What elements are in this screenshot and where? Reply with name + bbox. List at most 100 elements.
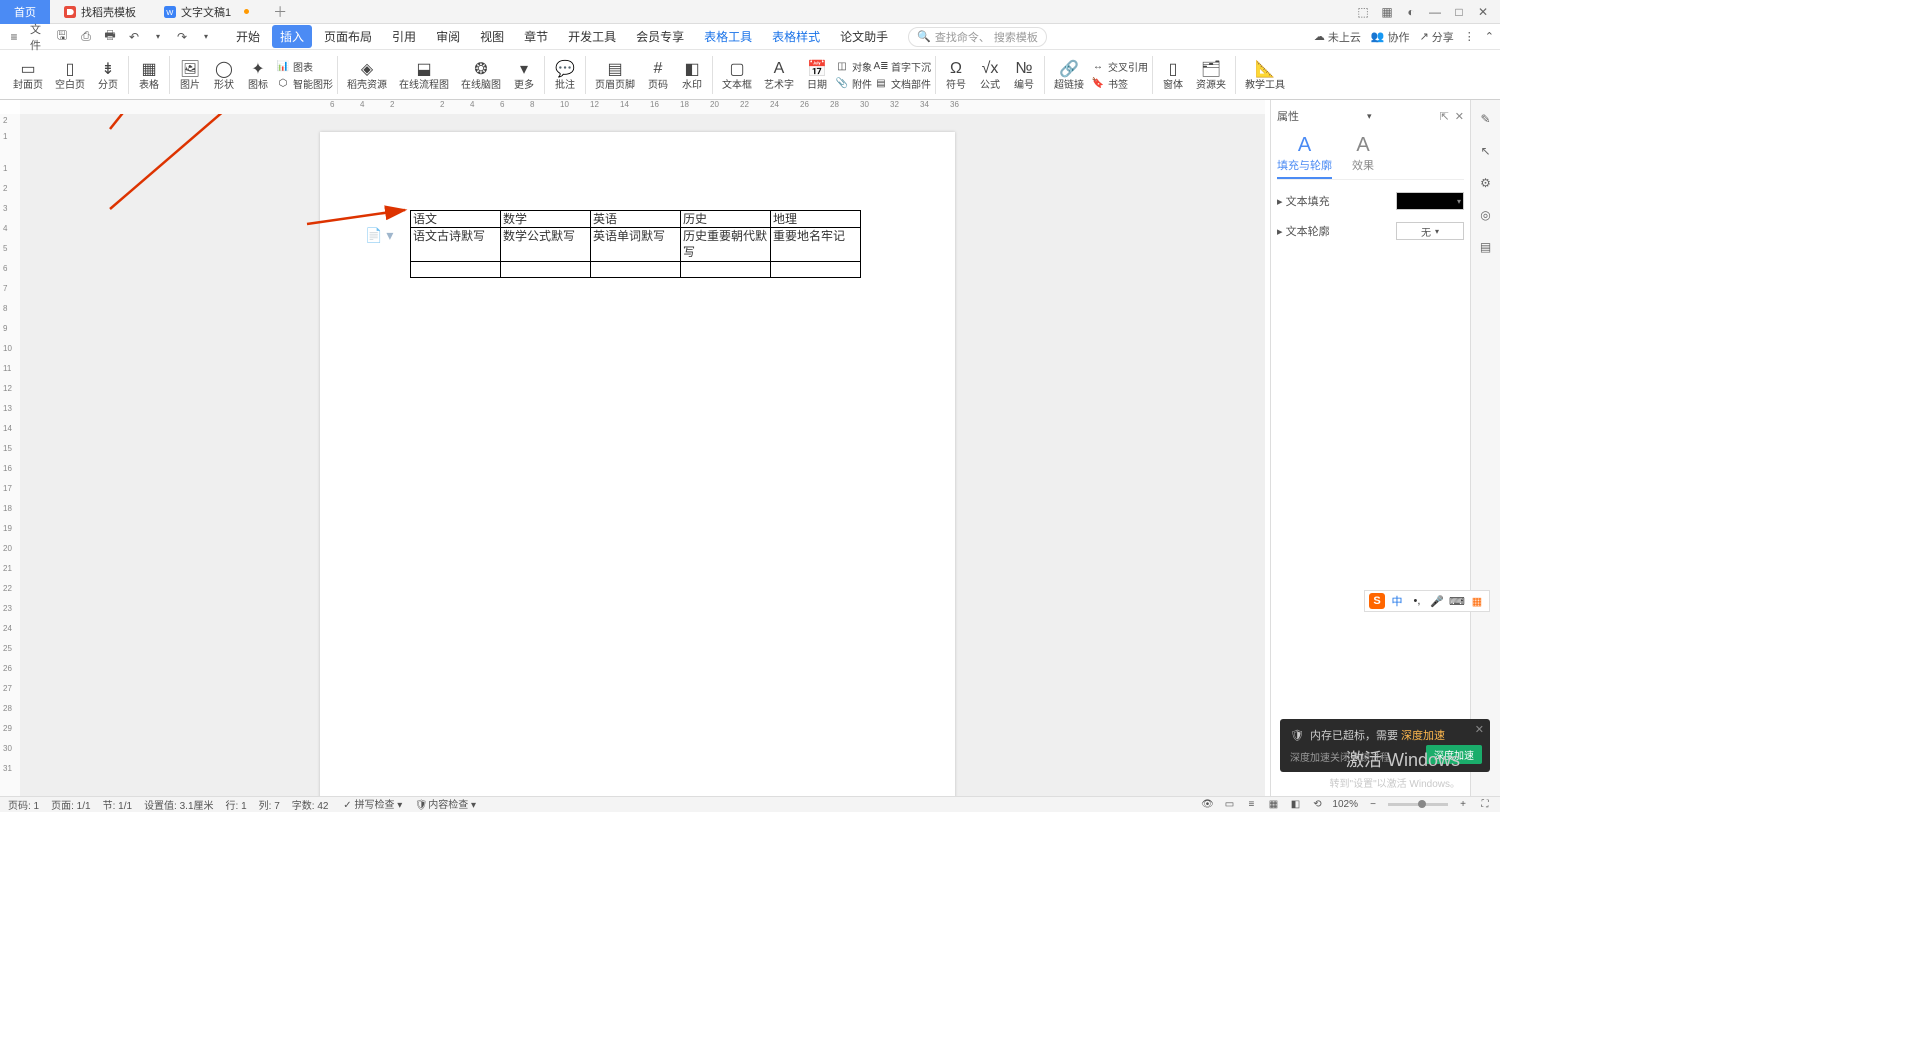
wordart-button[interactable]: A艺术字 — [759, 57, 799, 93]
page-icon[interactable]: ▤ — [1477, 238, 1495, 256]
pin-icon[interactable]: ⇱ — [1440, 110, 1449, 123]
menu-table-style[interactable]: 表格样式 — [764, 25, 828, 48]
table-cell[interactable] — [771, 262, 861, 278]
prop-tab-fill[interactable]: A填充与轮廓 — [1277, 134, 1332, 179]
table-cell[interactable] — [501, 262, 591, 278]
bookmark-button[interactable]: 🔖书签 — [1091, 76, 1148, 91]
horizontal-ruler[interactable]: 6 4 2 2 4 6 8 10 12 14 16 18 20 22 24 26… — [20, 100, 1265, 114]
page-break-button[interactable]: ⇟分页 — [92, 57, 124, 93]
view-mode-3-icon[interactable]: ▦ — [1266, 798, 1280, 812]
fill-color-swatch[interactable]: ▾ — [1396, 192, 1464, 210]
ime-punct-icon[interactable]: •, — [1409, 593, 1425, 609]
table-row[interactable]: 语文古诗默写 数学公式默写 英语单词默写 历史重要朝代默写 重要地名牢记 — [411, 228, 861, 262]
menu-vip[interactable]: 会员专享 — [628, 25, 692, 48]
attach-button[interactable]: 📎附件 — [835, 76, 872, 91]
undo-icon[interactable]: ↶ — [126, 29, 142, 45]
hyperlink-button[interactable]: 🔗超链接 — [1049, 57, 1089, 93]
zoom-in-icon[interactable]: + — [1456, 798, 1470, 812]
menu-insert[interactable]: 插入 — [272, 25, 312, 48]
status-setting[interactable]: 设置值: 3.1厘米 — [144, 797, 213, 812]
blank-page-button[interactable]: ▯空白页 — [50, 57, 90, 93]
prop-tab-effect[interactable]: A效果 — [1352, 134, 1374, 179]
document-page[interactable]: 📄 ▾ 语文 数学 英语 历史 地理 语文古诗默写 数学公式默写 英语单词默写 … — [320, 132, 955, 796]
cloud-status[interactable]: ☁未上云 — [1314, 29, 1361, 45]
new-tab-button[interactable]: ＋ — [263, 2, 297, 22]
table-cell[interactable]: 历史 — [681, 211, 771, 228]
table-cell[interactable]: 语文古诗默写 — [411, 228, 501, 262]
smartart-button[interactable]: ⬡智能图形 — [276, 76, 333, 91]
file-menu[interactable]: 文件 — [30, 29, 46, 45]
status-content[interactable]: 内容检查 — [428, 800, 468, 811]
menu-paper[interactable]: 论文助手 — [832, 25, 896, 48]
share-button[interactable]: ↗分享 — [1420, 29, 1454, 45]
save-icon[interactable]: 🖫 — [54, 29, 70, 45]
menu-pagelayout[interactable]: 页面布局 — [316, 25, 380, 48]
outline-select[interactable]: 无▾ — [1396, 222, 1464, 240]
ime-mic-icon[interactable]: 🎤 — [1429, 593, 1445, 609]
menu-review[interactable]: 审阅 — [428, 25, 468, 48]
panel-close-icon[interactable]: ✕ — [1455, 110, 1464, 123]
ime-keyboard-icon[interactable]: ⌨ — [1449, 593, 1465, 609]
status-section[interactable]: 节: 1/1 — [103, 797, 132, 812]
table-cell[interactable]: 数学 — [501, 211, 591, 228]
close-button[interactable]: ✕ — [1474, 3, 1492, 21]
menu-devtools[interactable]: 开发工具 — [560, 25, 624, 48]
docer-res-button[interactable]: ◈稻壳资源 — [342, 57, 392, 93]
docparts-button[interactable]: ▤文档部件 — [874, 76, 931, 91]
flow-button[interactable]: ⬓在线流程图 — [394, 57, 454, 93]
zoom-out-icon[interactable]: − — [1366, 798, 1380, 812]
symbol-button[interactable]: Ω符号 — [940, 57, 972, 93]
mind-button[interactable]: ❂在线脑图 — [456, 57, 506, 93]
command-search[interactable]: 🔍 查找命令、 搜索模板 — [908, 27, 1047, 47]
layout1-icon[interactable]: ⬚ — [1354, 3, 1372, 21]
status-row[interactable]: 行: 1 — [226, 797, 247, 812]
reset-zoom-icon[interactable]: ⟲ — [1310, 798, 1324, 812]
icons-button[interactable]: ✦图标 — [242, 57, 274, 93]
table-cell[interactable]: 地理 — [771, 211, 861, 228]
zoom-slider[interactable] — [1388, 803, 1448, 806]
number-button[interactable]: №编号 — [1008, 57, 1040, 93]
maximize-button[interactable]: □ — [1450, 3, 1468, 21]
menu-references[interactable]: 引用 — [384, 25, 424, 48]
status-page[interactable]: 页码: 1 — [8, 797, 39, 812]
paste-options-icon[interactable]: 📄 ▾ — [365, 227, 393, 244]
more-icon[interactable]: ⋮ — [1464, 30, 1475, 43]
resources-button[interactable]: 🗂资源夹 — [1191, 57, 1231, 93]
cover-page-button[interactable]: ▭封面页 — [8, 57, 48, 93]
tab-document[interactable]: W 文字文稿1 — [150, 0, 263, 24]
crossref-button[interactable]: ↔交叉引用 — [1091, 59, 1148, 74]
print-preview-icon[interactable]: ⎙ — [78, 29, 94, 45]
ime-toolbar[interactable]: S 中 •, 🎤 ⌨ ▦ — [1364, 590, 1490, 612]
table-cell[interactable]: 语文 — [411, 211, 501, 228]
hamburger-icon[interactable]: ≡ — [6, 29, 22, 45]
ime-cn-icon[interactable]: 中 — [1389, 593, 1405, 609]
target-icon[interactable]: ◎ — [1477, 206, 1495, 224]
tab-docer-templates[interactable]: 找稻壳模板 — [50, 0, 150, 24]
table-button[interactable]: ▦表格 — [133, 57, 165, 93]
view-mode-4-icon[interactable]: ◧ — [1288, 798, 1302, 812]
equation-button[interactable]: √x公式 — [974, 57, 1006, 93]
undo-dropdown-icon[interactable]: ▾ — [150, 29, 166, 45]
eye-icon[interactable]: 👁 — [1200, 798, 1214, 812]
table-cell[interactable]: 英语 — [591, 211, 681, 228]
object-button[interactable]: ◫对象 — [835, 59, 872, 74]
table-cell[interactable]: 英语单词默写 — [591, 228, 681, 262]
dropcap-button[interactable]: A≣首字下沉 — [874, 59, 931, 74]
textbox-button[interactable]: ▢文本框 — [717, 57, 757, 93]
edutools-button[interactable]: 📐教学工具 — [1240, 57, 1290, 93]
headerfooter-button[interactable]: ▤页眉页脚 — [590, 57, 640, 93]
print-icon[interactable]: 🖶 — [102, 29, 118, 45]
popup-close-icon[interactable]: ✕ — [1475, 723, 1484, 736]
table-cell[interactable]: 重要地名牢记 — [771, 228, 861, 262]
picture-button[interactable]: 🖼图片 — [174, 57, 206, 93]
menu-start[interactable]: 开始 — [228, 25, 268, 48]
table-cell[interactable] — [411, 262, 501, 278]
pane-button[interactable]: ▯窗体 — [1157, 57, 1189, 93]
grid-icon[interactable]: ▦ — [1378, 3, 1396, 21]
skin-icon[interactable]: ◐ — [1402, 3, 1420, 21]
pagenum-button[interactable]: #页码 — [642, 57, 674, 93]
collapse-ribbon-icon[interactable]: ⌃ — [1485, 30, 1494, 43]
status-words[interactable]: 字数: 42 — [292, 797, 329, 812]
view-mode-2-icon[interactable]: ≡ — [1244, 798, 1258, 812]
status-spell[interactable]: 拼写检查 — [354, 800, 394, 811]
